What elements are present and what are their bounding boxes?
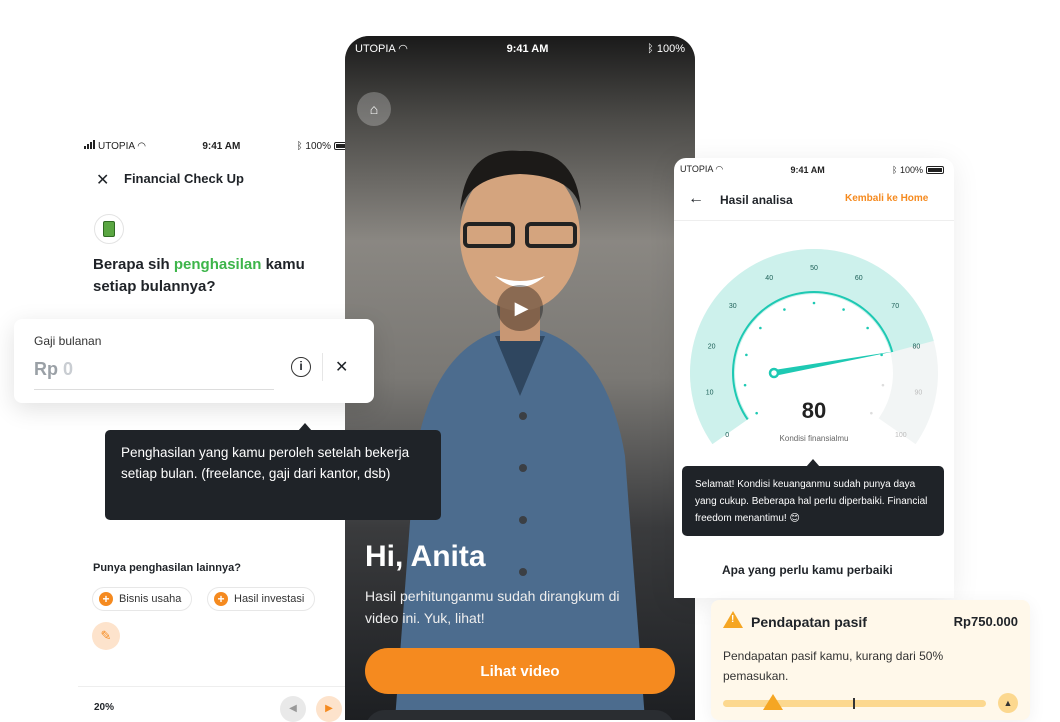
- status-battery: ᛒ 100%: [297, 141, 352, 152]
- clear-icon[interactable]: ✕: [335, 357, 348, 377]
- status-time: 9:41 AM: [506, 42, 549, 55]
- gauge-tick-label: 50: [810, 265, 818, 272]
- gauge-tick-dot: [881, 383, 885, 387]
- status-bar: UTOPIA ◠ 9:41 AM ᛒ 100%: [84, 140, 352, 152]
- wifi-icon: ◠: [137, 141, 147, 152]
- gauge-tick-label: 80: [912, 344, 920, 351]
- status-bar: UTOPIA ◠ 9:41 AM ᛒ 100%: [355, 42, 685, 56]
- gauge-tick-label: 20: [708, 344, 716, 351]
- home-link[interactable]: Kembali ke Home: [845, 193, 928, 204]
- income-tooltip: Penghasilan yang kamu peroleh setelah be…: [105, 423, 441, 520]
- chip-hasil-investasi[interactable]: + Hasil investasi: [207, 587, 316, 611]
- wifi-icon: ◠: [715, 164, 724, 174]
- gauge-tick-dot: [783, 308, 786, 311]
- edit-button[interactable]: ✎: [92, 622, 120, 650]
- info-icon[interactable]: i: [291, 357, 311, 377]
- gauge-tick-dot: [842, 308, 845, 311]
- gauge-tick-label: 90: [914, 389, 922, 396]
- improve-title: Apa yang perlu kamu perbaiki: [722, 563, 893, 577]
- plus-icon: +: [214, 592, 228, 606]
- tooltip-text: Selamat! Kondisi keuanganmu sudah punya …: [695, 479, 928, 524]
- prev-button[interactable]: ◀: [280, 696, 306, 722]
- card-title: Pendapatan pasif: [751, 614, 867, 630]
- gauge-needle-hub: [768, 367, 780, 379]
- page-title: Hasil analisa: [720, 193, 793, 207]
- warning-icon: [763, 694, 783, 710]
- gauge-tick-label: 60: [855, 275, 863, 282]
- question-text: Berapa sih penghasilan kamu setiap bulan…: [93, 256, 305, 295]
- progress-label: 20%: [94, 702, 115, 713]
- tooltip-text: Penghasilan yang kamu peroleh setelah be…: [121, 445, 410, 481]
- wifi-icon: ◠: [398, 43, 408, 55]
- passive-income-card[interactable]: ! Pendapatan pasif Rp750.000 Pendapatan …: [711, 600, 1030, 720]
- status-bar: UTOPIA ◠ 9:41 AM ᛒ 100%: [680, 164, 944, 175]
- status-time: 9:41 AM: [202, 140, 241, 152]
- gauge-tick-dot: [745, 353, 748, 357]
- gauge-tick-label: 70: [891, 303, 899, 310]
- gauge-center: [735, 294, 893, 448]
- battery-icon: [926, 166, 944, 175]
- next-button[interactable]: ▶: [316, 696, 342, 722]
- tooltip-arrow: [298, 423, 312, 431]
- video-subtitle: Hasil perhitunganmu sudah dirangkum di v…: [365, 588, 620, 626]
- salary-input-card: Gaji bulanan Rp 0 i ✕: [14, 319, 374, 403]
- watch-video-button[interactable]: Lihat video: [365, 648, 675, 694]
- carrier: UTOPIA ◠: [84, 140, 146, 152]
- status-time: 9:41 AM: [790, 164, 825, 175]
- score-value: 80: [801, 398, 827, 423]
- card-amount: Rp750.000: [953, 614, 1018, 629]
- page-title: Financial Check Up: [124, 171, 244, 186]
- back-icon[interactable]: ←: [688, 190, 704, 208]
- play-icon: ▶: [514, 297, 529, 318]
- video-screen: UTOPIA ◠ 9:41 AM ᛒ 100% ⌂ ▶ Hi, Anita Ha…: [345, 36, 695, 720]
- home-button[interactable]: ⌂: [357, 92, 391, 126]
- passive-progress-marker: [853, 698, 855, 709]
- tooltip-arrow: [806, 459, 820, 467]
- bluetooth-icon: ᛒ: [892, 164, 898, 175]
- salary-input[interactable]: Rp 0: [34, 359, 274, 390]
- gauge-tick-dot: [866, 326, 869, 330]
- result-tooltip: Selamat! Kondisi keuanganmu sudah punya …: [682, 459, 944, 536]
- chip-bisnis-usaha[interactable]: + Bisnis usaha: [92, 587, 193, 611]
- bluetooth-icon: ᛒ: [296, 140, 303, 152]
- gauge-tick-label: 10: [706, 389, 714, 396]
- plus-icon: +: [99, 592, 113, 606]
- score-caption: Kondisi finansialmu: [779, 434, 849, 443]
- greeting: Hi, Anita: [365, 540, 486, 573]
- secondary-button[interactable]: [365, 710, 675, 720]
- bluetooth-icon: ᛒ: [647, 42, 654, 55]
- wallet-icon: [94, 214, 124, 244]
- divider: [322, 353, 323, 381]
- home-icon: ⌂: [369, 101, 379, 117]
- pencil-icon: ✎: [100, 628, 112, 643]
- close-icon[interactable]: ✕: [96, 170, 109, 190]
- input-label: Gaji bulanan: [34, 334, 102, 348]
- gauge-tick-dot: [743, 383, 747, 387]
- collapse-button[interactable]: ▲: [998, 693, 1018, 713]
- other-income-title: Punya penghasilan lainnya?: [93, 562, 241, 574]
- gauge-tick-label: 30: [729, 303, 737, 310]
- card-desc: Pendapatan pasif kamu, kurang dari 50% p…: [723, 649, 944, 683]
- gauge-tick-dot: [759, 326, 762, 330]
- play-button[interactable]: ▶: [497, 285, 543, 331]
- divider: [78, 686, 350, 687]
- gauge-tick-label: 40: [765, 275, 773, 282]
- divider: [674, 220, 954, 221]
- gauge-tick-dot: [812, 301, 816, 305]
